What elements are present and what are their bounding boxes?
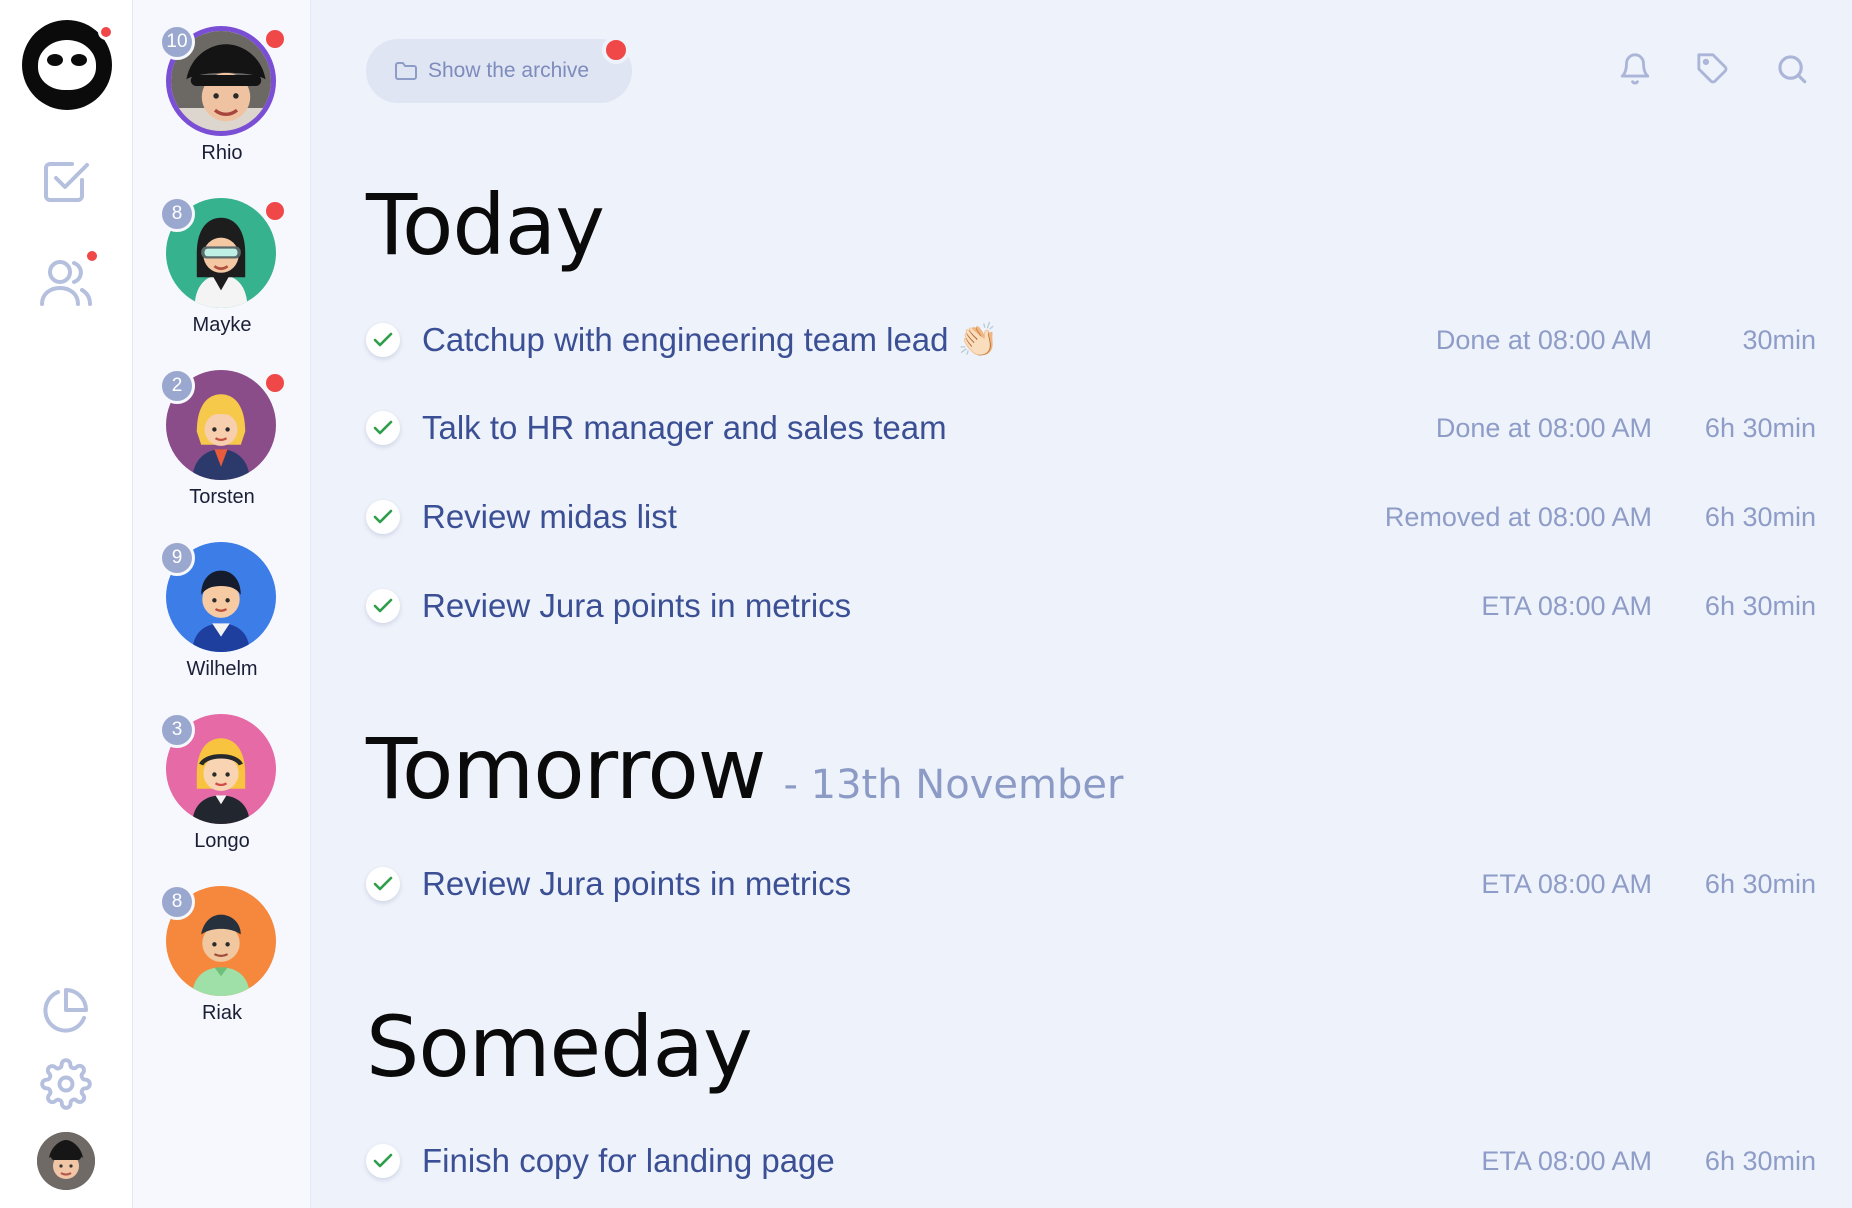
current-user-avatar[interactable] bbox=[37, 1132, 95, 1190]
task-row[interactable]: Review midas list Removed at 08:00 AM 6h… bbox=[366, 487, 1816, 547]
person-name: Rhio bbox=[201, 142, 243, 164]
task-checkbox[interactable] bbox=[366, 1144, 400, 1178]
person-name: Wilhelm bbox=[186, 658, 258, 680]
task-status: ETA 08:00 AM bbox=[1481, 1145, 1652, 1176]
task-row[interactable]: Review Jura points in metrics ETA 08:00 … bbox=[366, 854, 1816, 914]
task-row[interactable]: Talk to HR manager and sales team Done a… bbox=[366, 398, 1816, 458]
person-name: Torsten bbox=[189, 486, 255, 508]
task-row[interactable]: Review Jura points in metrics ETA 08:00 … bbox=[366, 576, 1816, 636]
archive-button-label: Show the archive bbox=[428, 59, 590, 82]
unread-count-badge: 9 bbox=[159, 540, 195, 576]
task-title: Talk to HR manager and sales team bbox=[422, 409, 947, 446]
unread-count-badge: 8 bbox=[159, 884, 195, 920]
person-riak[interactable]: 8 Riak bbox=[133, 860, 311, 1024]
unread-count-badge: 3 bbox=[159, 712, 195, 748]
notifications-button[interactable] bbox=[1612, 46, 1658, 92]
task-title: Catchup with engineering team lead 👏🏻 bbox=[422, 320, 999, 358]
nav-reports[interactable] bbox=[36, 980, 96, 1040]
logo-notification-dot bbox=[98, 24, 114, 40]
task-row[interactable]: Finish copy for landing page ETA 08:00 A… bbox=[366, 1131, 1816, 1191]
task-duration: 6h 30min bbox=[1704, 868, 1816, 899]
unread-count-badge: 10 bbox=[159, 24, 195, 60]
task-checkbox[interactable] bbox=[366, 411, 400, 445]
task-status: ETA 08:00 AM bbox=[1481, 868, 1652, 899]
task-status: ETA 08:00 AM bbox=[1481, 590, 1652, 621]
person-wilhelm[interactable]: 9 Wilhelm bbox=[133, 516, 311, 680]
pie-chart-icon bbox=[43, 988, 88, 1033]
task-checkbox[interactable] bbox=[366, 589, 400, 623]
archive-notification-dot bbox=[602, 36, 630, 64]
unread-count-badge: 8 bbox=[159, 196, 195, 232]
tomorrow-title: Tomorrow bbox=[366, 720, 766, 818]
checkmark-icon bbox=[373, 876, 393, 891]
people-list: 10 Rhio 8 Mayke 2 Torsten 9 Wilhelm 3 Lo… bbox=[133, 0, 311, 1208]
checkmark-icon bbox=[373, 420, 393, 435]
checkbox-icon bbox=[44, 162, 89, 202]
nav-people[interactable] bbox=[36, 248, 100, 312]
person-torsten[interactable]: 2 Torsten bbox=[133, 344, 311, 508]
task-duration: 6h 30min bbox=[1704, 501, 1816, 532]
folder-icon bbox=[395, 62, 417, 80]
app-logo[interactable] bbox=[22, 20, 114, 110]
task-checkbox[interactable] bbox=[366, 500, 400, 534]
person-longo[interactable]: 3 Longo bbox=[133, 688, 311, 852]
task-duration: 6h 30min bbox=[1704, 1145, 1816, 1176]
task-title: Review Jura points in metrics bbox=[422, 865, 852, 902]
checkmark-icon bbox=[373, 509, 393, 524]
task-status: Done at 08:00 AM bbox=[1435, 412, 1652, 443]
task-title: Finish copy for landing page bbox=[422, 1142, 835, 1179]
section-title-today: Today bbox=[366, 176, 605, 274]
task-row[interactable]: Catchup with engineering team lead 👏🏻 Do… bbox=[366, 310, 1816, 370]
person-name: Riak bbox=[201, 1002, 242, 1024]
person-rhio[interactable]: 10 Rhio bbox=[133, 0, 311, 164]
search-icon bbox=[1778, 55, 1807, 84]
status-dot bbox=[262, 26, 288, 52]
task-duration: 30min bbox=[1742, 324, 1816, 355]
unread-count-badge: 2 bbox=[159, 368, 195, 404]
tags-button[interactable] bbox=[1690, 46, 1736, 92]
person-mayke[interactable]: 8 Mayke bbox=[133, 172, 311, 336]
person-name: Longo bbox=[194, 830, 250, 852]
section-title-tomorrow: Tomorrow - 13th November bbox=[366, 720, 1123, 818]
checkmark-icon bbox=[373, 1153, 393, 1168]
task-title: Review midas list bbox=[422, 498, 677, 535]
checkmark-icon bbox=[373, 598, 393, 613]
people-notification-dot bbox=[84, 248, 100, 264]
person-name: Mayke bbox=[192, 314, 252, 336]
search-button[interactable] bbox=[1769, 46, 1815, 92]
nav-settings[interactable] bbox=[36, 1054, 96, 1114]
task-status: Done at 08:00 AM bbox=[1435, 324, 1652, 355]
tomorrow-date: - 13th November bbox=[783, 762, 1124, 808]
status-dot bbox=[262, 198, 288, 224]
section-title-someday: Someday bbox=[366, 998, 753, 1096]
app-rail bbox=[0, 0, 133, 1208]
task-checkbox[interactable] bbox=[366, 867, 400, 901]
task-duration: 6h 30min bbox=[1704, 590, 1816, 621]
task-main: Show the archive Today Catchup with engi… bbox=[312, 0, 1852, 1208]
show-archive-button[interactable]: Show the archive bbox=[366, 39, 632, 103]
nav-tasks[interactable] bbox=[36, 150, 96, 210]
sloth-logo-icon bbox=[38, 40, 96, 90]
status-dot bbox=[262, 370, 288, 396]
task-title: Review Jura points in metrics bbox=[422, 587, 852, 624]
gear-icon bbox=[40, 1058, 92, 1110]
tag-icon bbox=[1697, 53, 1728, 84]
task-checkbox[interactable] bbox=[366, 323, 400, 357]
bell-icon bbox=[1620, 53, 1650, 85]
task-duration: 6h 30min bbox=[1704, 412, 1816, 443]
checkmark-icon bbox=[373, 332, 393, 347]
task-status: Removed at 08:00 AM bbox=[1384, 501, 1652, 532]
